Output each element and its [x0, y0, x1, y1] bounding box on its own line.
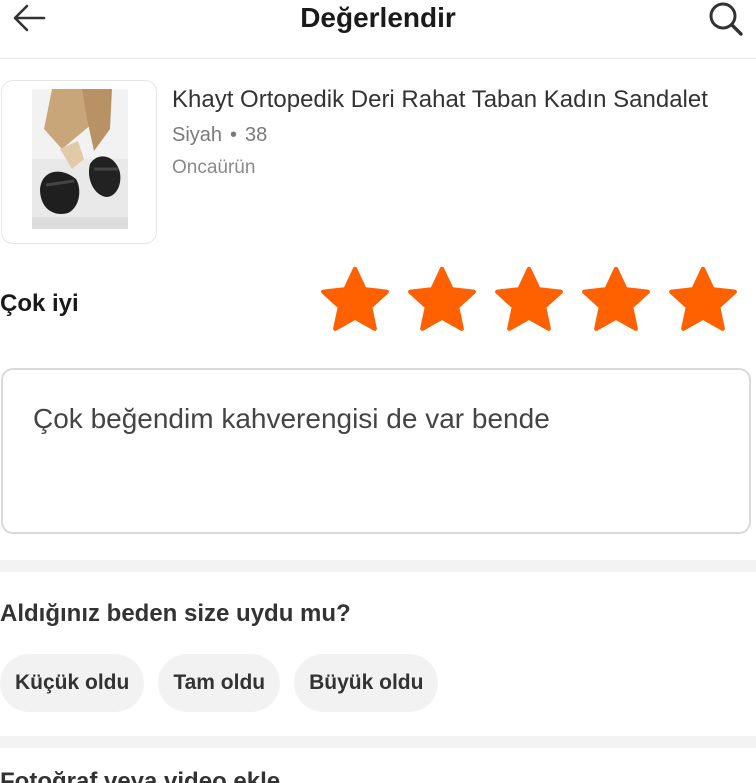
review-textarea[interactable]: Çok beğendim kahverengisi de var bende — [1, 368, 751, 534]
size-option-large[interactable]: Büyük oldu — [294, 654, 439, 712]
seller-name: Oncaürün — [172, 157, 256, 178]
product-variant: Siyah • 38 — [172, 122, 267, 148]
section-divider — [0, 736, 756, 748]
star-icon[interactable] — [579, 264, 653, 338]
product-name[interactable]: Khayt Ortopedik Deri Rahat Taban Kadın S… — [172, 85, 708, 115]
variant-separator: • — [230, 124, 238, 146]
product-image — [1, 80, 157, 244]
size-fit-options: Küçük oldu Tam oldu Büyük oldu — [0, 654, 452, 712]
section-divider — [0, 560, 756, 572]
sandal-photo — [32, 89, 128, 229]
media-section-heading: Fotoğraf veya video ekle — [0, 768, 281, 783]
product-card: Khayt Ortopedik Deri Rahat Taban Kadın S… — [0, 80, 756, 245]
variant-color: Siyah — [172, 124, 223, 146]
review-page: Değerlendir Khayt Ortopedik Deri Rahat T… — [0, 0, 756, 783]
size-option-fit[interactable]: Tam oldu — [158, 654, 281, 712]
review-text: Çok beğendim kahverengisi de var bende — [33, 403, 550, 434]
size-option-small[interactable]: Küçük oldu — [0, 654, 145, 712]
star-icon[interactable] — [492, 264, 566, 338]
size-fit-question: Aldığınız beden size uydu mu? — [0, 600, 351, 627]
star-icon[interactable] — [666, 264, 740, 338]
rating-label: Çok iyi — [0, 290, 79, 317]
header: Değerlendir — [0, 0, 756, 59]
star-rating — [318, 264, 740, 338]
star-icon[interactable] — [318, 264, 392, 338]
search-icon — [709, 2, 743, 36]
star-icon[interactable] — [405, 264, 479, 338]
search-button[interactable] — [708, 0, 744, 38]
page-title: Değerlendir — [300, 2, 456, 33]
variant-size: 38 — [245, 124, 268, 146]
